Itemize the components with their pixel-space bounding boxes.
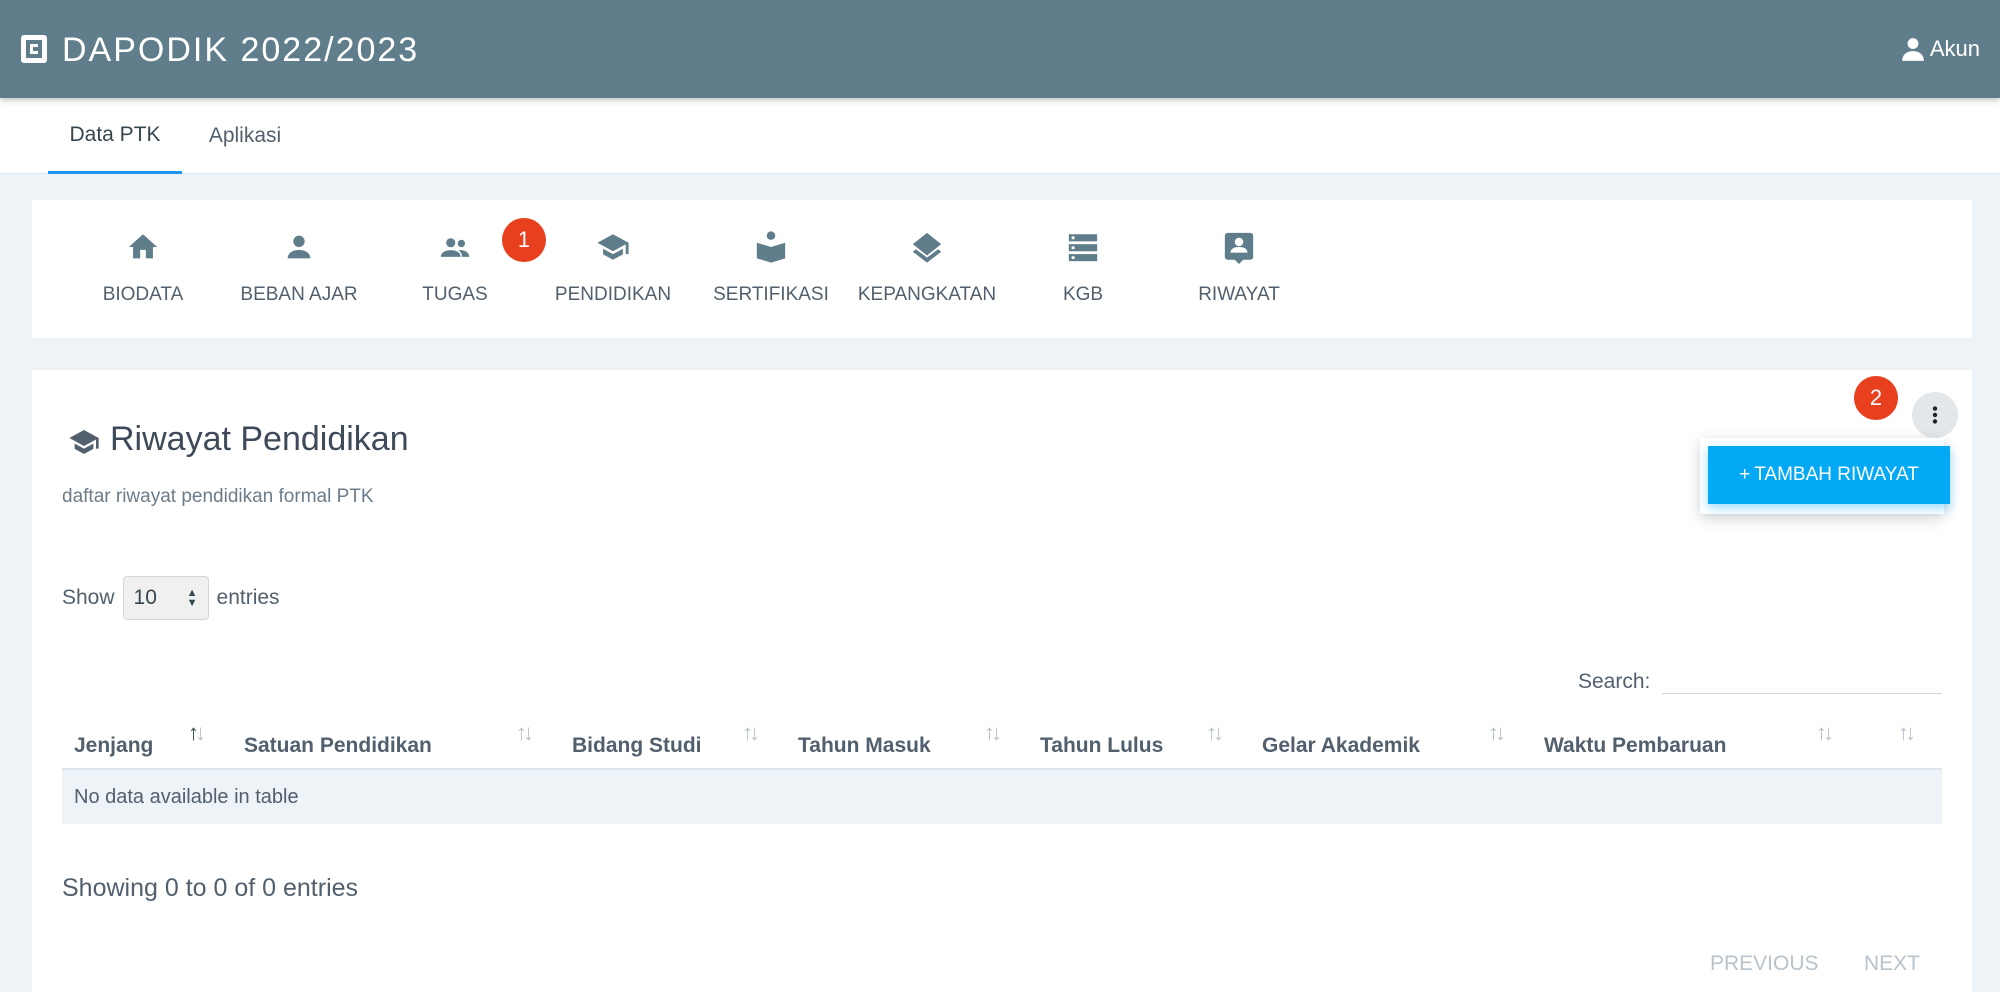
account-button[interactable]: Akun — [1900, 36, 1980, 62]
account-label: Akun — [1929, 36, 1980, 61]
account-icon — [1902, 38, 1924, 61]
nav-item-biodata[interactable]: BIODATA — [70, 230, 216, 320]
app-logo-icon — [21, 35, 47, 63]
more-options-button[interactable] — [1912, 392, 1958, 438]
column-header-actions[interactable] — [1862, 710, 1922, 770]
layers-icon — [912, 232, 942, 263]
nav-item-label: RIWAYAT — [1198, 284, 1280, 305]
tab-aplikasi[interactable]: Aplikasi — [190, 98, 300, 174]
graduation-cap-icon — [69, 430, 99, 454]
list-icon — [1068, 234, 1098, 262]
person-icon — [287, 235, 311, 259]
add-riwayat-button[interactable]: + TAMBAH RIWAYAT — [1708, 446, 1950, 504]
nav-item-beban-ajar[interactable]: BEBAN AJAR — [216, 230, 382, 320]
step-marker-2: 2 — [1854, 376, 1902, 420]
ptk-nav-card: BIODATA BEBAN AJAR TUGAS PENDIDIKAN 1 SE… — [32, 200, 1972, 338]
entries-label: entries — [216, 586, 280, 609]
sort-icon: ↑↓ — [742, 720, 760, 745]
people-icon — [440, 238, 470, 257]
nav-item-label: KGB — [1062, 284, 1104, 305]
nav-item-label: BEBAN AJAR — [240, 284, 358, 305]
column-header-satuan-pendidikan[interactable]: Satuan Pendidikan — [244, 710, 432, 770]
table-empty-row: No data available in table — [62, 770, 1942, 824]
previous-page-button[interactable]: PREVIOUS — [1710, 952, 1819, 976]
more-vert-icon — [1932, 406, 1938, 424]
column-header-jenjang[interactable]: Jenjang — [74, 710, 153, 770]
app-title: DAPODIK 2022/2023 — [62, 31, 420, 69]
riwayat-pendidikan-card: Riwayat Pendidikan daftar riwayat pendid… — [32, 370, 1972, 992]
contact-card-icon — [1224, 232, 1254, 264]
search-input[interactable] — [1662, 656, 1943, 694]
sort-icon: ↑↓ — [1206, 720, 1224, 745]
section-subtitle: daftar riwayat pendidikan formal PTK — [62, 486, 374, 507]
column-header-tahun-lulus[interactable]: Tahun Lulus — [1040, 710, 1163, 770]
nav-item-label: BIODATA — [102, 284, 184, 305]
page-size-value: 10 — [133, 586, 157, 609]
nav-item-label: SERTIFIKASI — [713, 284, 829, 305]
column-header-bidang-studi[interactable]: Bidang Studi — [572, 710, 702, 770]
book-reader-icon — [756, 231, 786, 263]
sort-icon: ↑↓ — [516, 720, 534, 745]
column-header-gelar-akademik[interactable]: Gelar Akademik — [1262, 710, 1420, 770]
tab-bar: Data PTK Aplikasi — [0, 98, 2000, 174]
nav-item-pendidikan[interactable]: PENDIDIKAN — [528, 230, 698, 320]
page-size-select[interactable]: 10 ▲ ▼ — [122, 576, 209, 620]
sort-asc-active-icon: ↑↓ — [188, 720, 206, 745]
empty-message: No data available in table — [74, 785, 299, 808]
nav-item-label: TUGAS — [422, 284, 488, 305]
table-info: Showing 0 to 0 of 0 entries — [62, 874, 359, 902]
sort-icon: ↑↓ — [1816, 720, 1834, 745]
page-size-control: Show 10 ▲ ▼ entries — [62, 576, 280, 620]
step-marker-1: 1 — [502, 218, 550, 262]
nav-item-kepangkatan[interactable]: KEPANGKATAN — [844, 230, 1010, 320]
column-header-waktu-pembaruan[interactable]: Waktu Pembaruan — [1544, 710, 1726, 770]
nav-item-riwayat[interactable]: RIWAYAT — [1166, 230, 1312, 320]
table-header: Jenjang ↑↓ Satuan Pendidikan ↑↓ Bidang S… — [62, 710, 1942, 770]
table-search: Search: — [1578, 656, 1943, 694]
nav-item-label: KEPANGKATAN — [857, 284, 997, 305]
options-dropdown-menu: + TAMBAH RIWAYAT — [1700, 438, 1950, 514]
sort-icon: ↑↓ — [1488, 720, 1506, 745]
search-label: Search: — [1578, 670, 1651, 693]
add-riwayat-label: TAMBAH RIWAYAT — [1754, 464, 1919, 485]
section-title: Riwayat Pendidikan — [110, 420, 409, 458]
nav-item-sertifikasi[interactable]: SERTIFIKASI — [698, 230, 844, 320]
next-page-button[interactable]: NEXT — [1864, 952, 1920, 976]
riwayat-table: Jenjang ↑↓ Satuan Pendidikan ↑↓ Bidang S… — [62, 710, 1942, 824]
plus-icon: + — [1739, 464, 1751, 485]
tab-data-ptk[interactable]: Data PTK — [48, 98, 182, 174]
top-app-bar: DAPODIK 2022/2023 Akun — [0, 0, 2000, 98]
home-icon — [128, 234, 158, 259]
graduation-cap-icon — [597, 234, 629, 260]
nav-item-kgb[interactable]: KGB — [1010, 230, 1156, 320]
nav-item-label: PENDIDIKAN — [554, 284, 672, 305]
sort-icon: ↑↓ — [1898, 720, 1916, 745]
select-arrows-icon: ▲ ▼ — [186, 587, 198, 609]
sort-icon: ↑↓ — [984, 720, 1002, 745]
column-header-tahun-masuk[interactable]: Tahun Masuk — [798, 710, 931, 770]
show-label: Show — [62, 586, 115, 609]
